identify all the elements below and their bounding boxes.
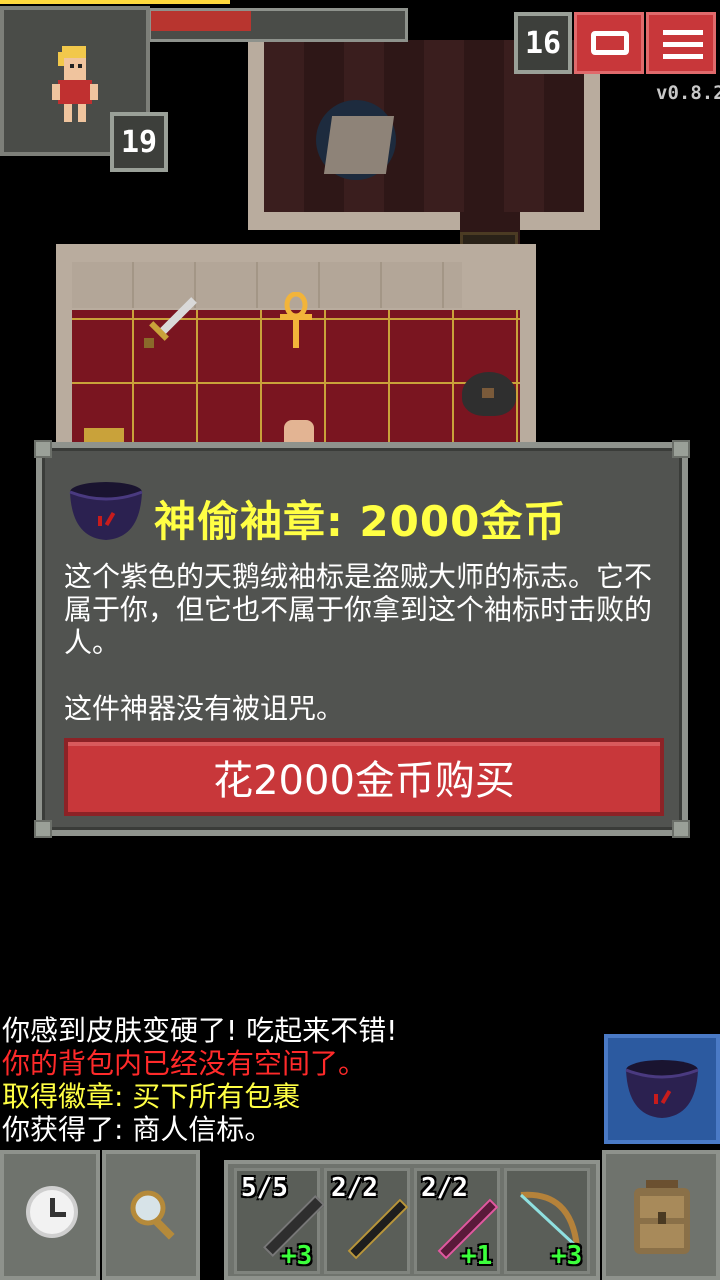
buy-button[interactable]: 花2000金币购买: [64, 738, 664, 816]
hero-level-badge: 19: [110, 112, 168, 172]
item-description: 这个紫色的天鹅绒袖标是盗贼大师的标志。它不属于你，但它也不属于你拿到这个袖标时击…: [64, 560, 653, 659]
journal-icon: [591, 31, 629, 55]
shopkeeper-icon[interactable]: [284, 420, 314, 444]
quickslot-bar: 5/5 +3 2/2 2/2 +1 +3: [224, 1160, 600, 1280]
exp-bar: [0, 0, 230, 4]
quickslot-charges: 2/2: [421, 1173, 468, 1203]
dialog-corner: [672, 820, 690, 838]
message-log: 你感到皮肤变硬了! 吃起来不错! 你的背包内已经没有空间了。 取得徽章: 买下所…: [2, 1014, 602, 1146]
hp-bar-fill: [151, 11, 251, 31]
journal-button[interactable]: [574, 12, 644, 74]
quickslot-1[interactable]: 5/5 +3: [234, 1168, 326, 1274]
shop-room-wall-inner: [72, 262, 462, 308]
buy-button-label: 花2000金币购买: [213, 758, 515, 804]
dialog-corner: [672, 440, 690, 458]
log-line: 你感到皮肤变硬了! 吃起来不错!: [2, 1014, 398, 1047]
item-title: 神偷袖章: 2000金币: [154, 497, 567, 546]
quickslot-2[interactable]: 2/2: [324, 1168, 410, 1274]
quickslot-charges: 2/2: [331, 1173, 378, 1203]
log-line: 你获得了: 商人信标。: [2, 1113, 273, 1146]
gold-wand-icon: [347, 1198, 409, 1260]
backpack-icon: [628, 1178, 696, 1258]
quickslot-bonus: +3: [551, 1241, 583, 1271]
stone-icon[interactable]: [462, 372, 516, 416]
armband-icon: [622, 1056, 702, 1122]
clock-icon: [26, 1186, 78, 1238]
dialog-corner: [34, 820, 52, 838]
curse-status: 这件神器没有被诅咒。: [64, 692, 345, 725]
search-button[interactable]: [102, 1150, 200, 1280]
backpack-button[interactable]: [602, 1150, 720, 1280]
quickslot-bonus: +3: [281, 1241, 313, 1271]
menu-icon: [663, 29, 703, 59]
wait-button[interactable]: [0, 1150, 100, 1280]
armband-icon: [66, 478, 146, 544]
sword-icon[interactable]: [140, 294, 200, 354]
hero-avatar: [48, 46, 100, 126]
menu-button[interactable]: [646, 12, 716, 74]
version-label: v0.8.2: [656, 82, 720, 104]
search-icon: [124, 1184, 184, 1244]
hp-bar: [148, 8, 408, 42]
quick-use-armband-button[interactable]: [604, 1034, 720, 1144]
log-line: 你的背包内已经没有空间了。: [2, 1047, 367, 1080]
quickslot-4[interactable]: +3: [504, 1168, 590, 1274]
quickslot-charges: 5/5: [241, 1173, 288, 1203]
depth-indicator[interactable]: 16: [514, 12, 572, 74]
ankh-icon[interactable]: [276, 291, 316, 352]
item-purchase-dialog: 神偷袖章: 2000金币 这个紫色的天鹅绒袖标是盗贼大师的标志。它不属于你，但它…: [34, 440, 690, 838]
dialog-corner: [34, 440, 52, 458]
quickslot-3[interactable]: 2/2 +1: [414, 1168, 500, 1274]
log-line: 取得徽章: 买下所有包裹: [2, 1080, 301, 1113]
shop-rug: [323, 116, 395, 174]
hero-level-value: 19: [120, 124, 158, 160]
depth-value: 16: [524, 25, 562, 61]
quickslot-bonus: +1: [461, 1241, 493, 1271]
